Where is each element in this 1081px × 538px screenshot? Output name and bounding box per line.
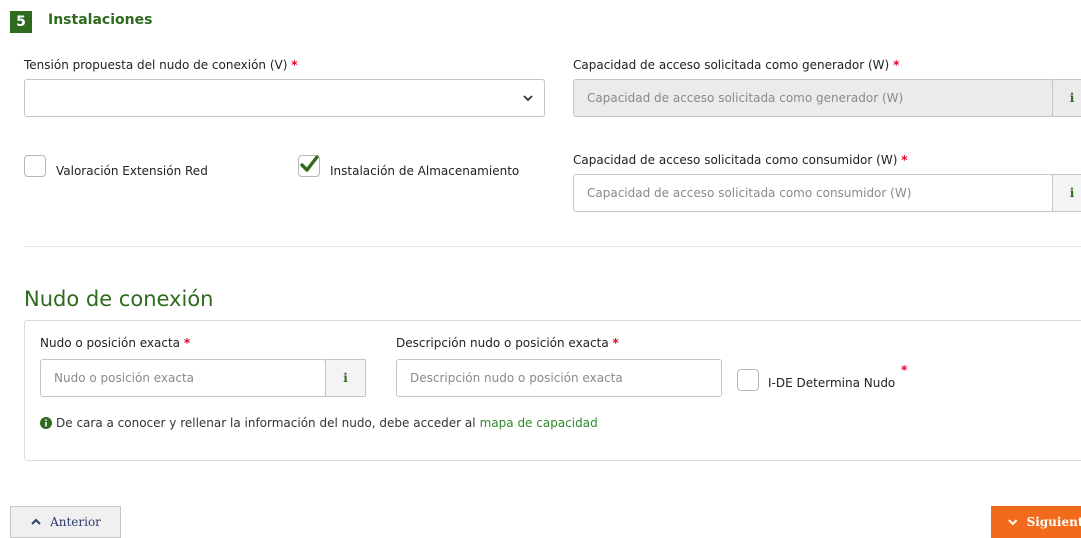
- tension-select[interactable]: [24, 79, 545, 117]
- descripcion-label: Descripción nudo o posición exacta *: [396, 336, 619, 350]
- valoracion-checkbox[interactable]: [24, 155, 46, 177]
- almacenamiento-label: Instalación de Almacenamiento: [330, 164, 520, 178]
- posicion-info-icon[interactable]: i: [325, 359, 366, 397]
- required-asterisk: *: [612, 336, 619, 350]
- nudo-heading: Nudo de conexión: [24, 287, 214, 311]
- ide-determina-label: I-DE Determina Nudo: [768, 376, 896, 390]
- valoracion-label: Valoración Extensión Red: [56, 164, 208, 178]
- anterior-label: Anterior: [50, 515, 101, 529]
- cap-con-info-icon[interactable]: i: [1052, 174, 1081, 212]
- descripcion-input[interactable]: Descripción nudo o posición exacta: [396, 359, 722, 397]
- required-asterisk: *: [901, 153, 908, 167]
- cap-con-label: Capacidad de acceso solicitada como cons…: [573, 153, 907, 167]
- nudo-note-text: De cara a conocer y rellenar la informac…: [56, 416, 476, 430]
- anterior-button[interactable]: Anterior: [10, 506, 121, 538]
- checkmark-icon: [300, 155, 319, 172]
- tension-label: Tensión propuesta del nudo de conexión (…: [24, 58, 298, 72]
- info-circle-icon: [40, 417, 52, 429]
- section-title: Instalaciones: [48, 12, 153, 28]
- cap-gen-info-icon[interactable]: i: [1052, 79, 1081, 117]
- tension-label-text: Tensión propuesta del nudo de conexión (…: [24, 58, 288, 72]
- cap-con-input[interactable]: Capacidad de acceso solicitada como cons…: [573, 174, 1053, 212]
- step-number-badge: 5: [10, 11, 32, 33]
- required-asterisk: *: [291, 58, 298, 72]
- almacenamiento-checkbox[interactable]: [298, 155, 320, 177]
- siguiente-label: Siguiente: [1026, 515, 1081, 529]
- required-asterisk: *: [901, 363, 908, 377]
- required-asterisk: *: [893, 58, 900, 72]
- mapa-capacidad-link[interactable]: mapa de capacidad: [480, 416, 598, 430]
- chevron-up-icon: [31, 518, 41, 525]
- cap-gen-label-text: Capacidad de acceso solicitada como gene…: [573, 58, 890, 72]
- chevron-down-icon: [523, 95, 533, 102]
- descripcion-label-text: Descripción nudo o posición exacta: [396, 336, 609, 350]
- ide-determina-checkbox[interactable]: [737, 369, 759, 391]
- posicion-label-text: Nudo o posición exacta: [40, 336, 181, 350]
- cap-gen-label: Capacidad de acceso solicitada como gene…: [573, 58, 899, 72]
- posicion-label: Nudo o posición exacta *: [40, 336, 190, 350]
- required-asterisk: *: [183, 336, 191, 350]
- chevron-down-icon: [1008, 519, 1018, 526]
- siguiente-button[interactable]: Siguiente: [991, 506, 1081, 538]
- posicion-input[interactable]: Nudo o posición exacta: [40, 359, 326, 397]
- nudo-info-note: De cara a conocer y rellenar la informac…: [40, 416, 598, 430]
- cap-con-label-text: Capacidad de acceso solicitada como cons…: [573, 153, 898, 167]
- cap-gen-input[interactable]: Capacidad de acceso solicitada como gene…: [573, 79, 1053, 117]
- section-divider: [24, 246, 1081, 247]
